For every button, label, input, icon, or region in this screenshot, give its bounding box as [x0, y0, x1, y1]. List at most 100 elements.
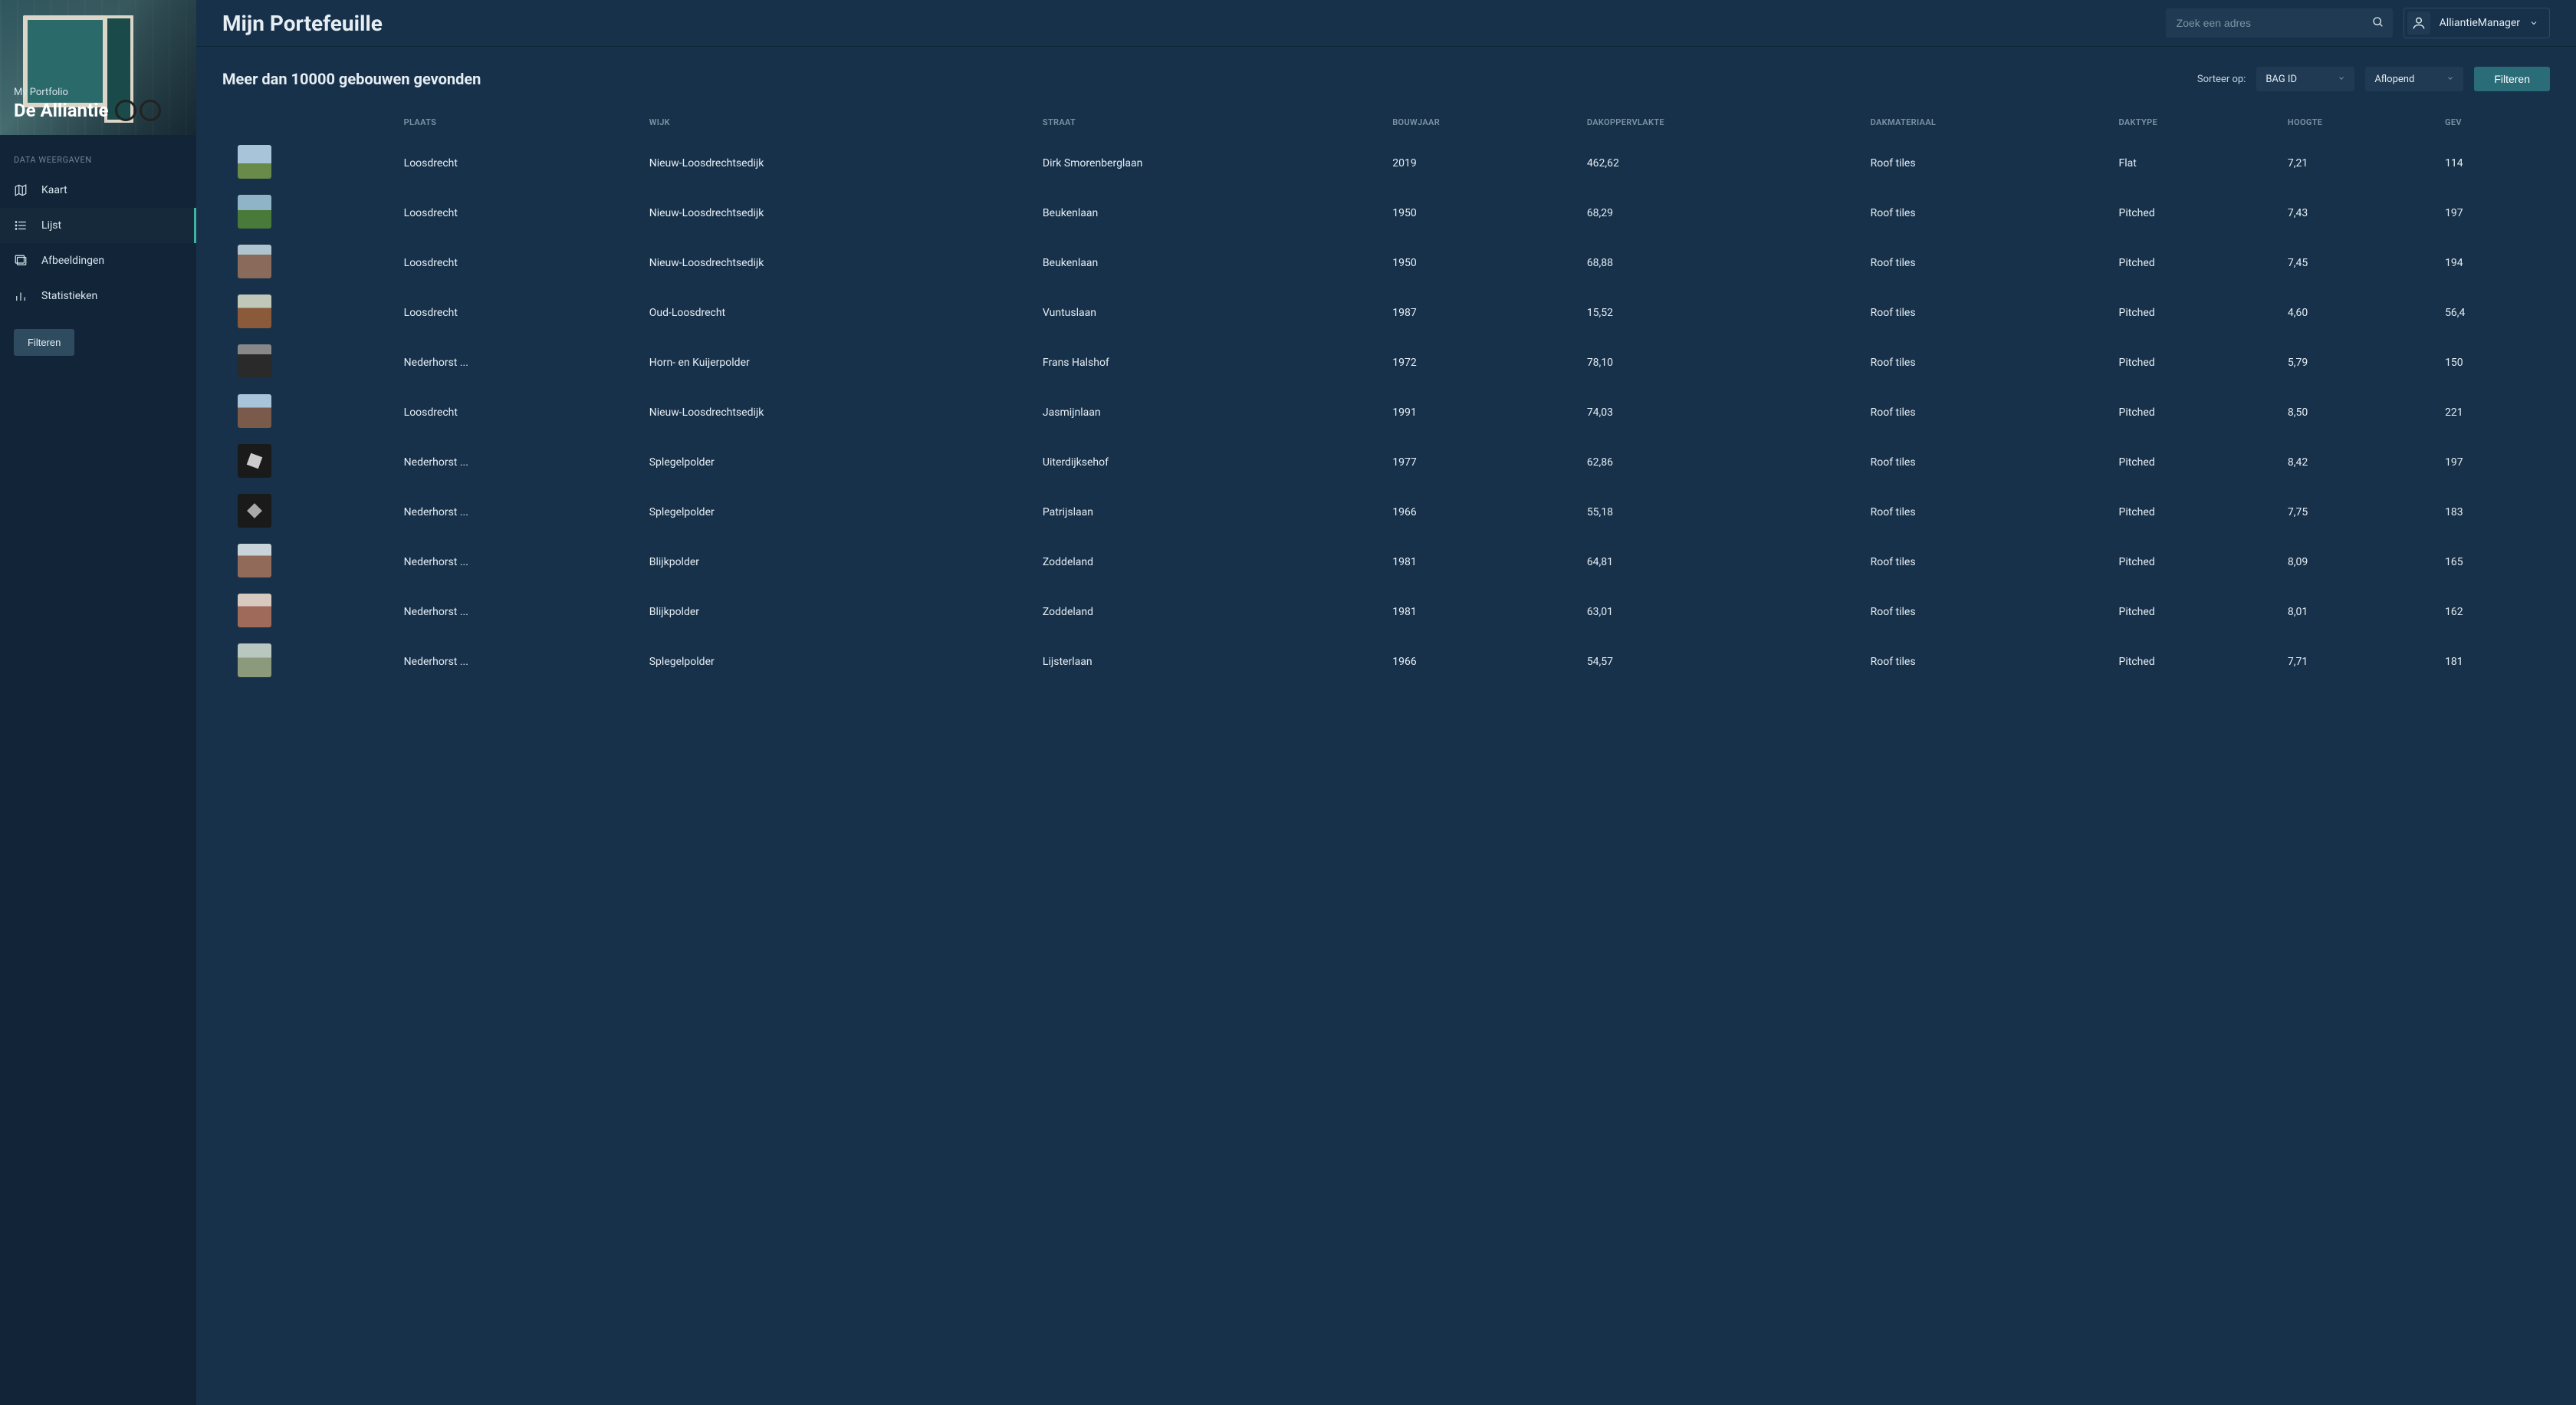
cell-wijk: Nieuw-Loosdrechtsedijk [640, 239, 1033, 288]
table-row[interactable]: LoosdrechtNieuw-LoosdrechtsedijkDirk Smo… [222, 139, 2550, 189]
search-field[interactable] [2166, 8, 2393, 38]
table-row[interactable]: Nederhorst ...Horn- en KuijerpolderFrans… [222, 338, 2550, 388]
cell-hoogte: 5,79 [2279, 338, 2436, 388]
cell-hoogte: 7,45 [2279, 239, 2436, 288]
sidebar-section-label: DATA WEERGAVEN [0, 135, 196, 173]
cell-dakmateriaal: Roof tiles [1861, 139, 2110, 189]
cell-straat: Beukenlaan [1033, 239, 1383, 288]
cell-gev: 114 [2436, 139, 2550, 189]
column-header[interactable]: HOOGTE [2279, 107, 2436, 139]
user-menu[interactable]: AlliantieManager [2404, 8, 2550, 38]
table-row[interactable]: LoosdrechtNieuw-LoosdrechtsedijkJasmijnl… [222, 388, 2550, 438]
building-thumbnail [238, 494, 271, 528]
cell-dakmateriaal: Roof tiles [1861, 388, 2110, 438]
cell-bouwjaar: 1977 [1383, 438, 1578, 488]
table-scroll[interactable]: PLAATSWIJKSTRAATBOUWJAARDAKOPPERVLAKTEDA… [222, 107, 2550, 1390]
search-button[interactable] [2364, 8, 2393, 38]
cell-dakoppervlakte: 15,52 [1578, 288, 1861, 338]
column-header[interactable]: PLAATS [395, 107, 640, 139]
cell-daktype: Pitched [2110, 488, 2279, 538]
table-row[interactable]: Nederhorst ...SplegelpolderPatrijslaan19… [222, 488, 2550, 538]
list-icon [14, 219, 28, 232]
cell-daktype: Pitched [2110, 637, 2279, 687]
cell-dakmateriaal: Roof tiles [1861, 239, 2110, 288]
cell-plaats: Nederhorst ... [395, 438, 640, 488]
sidebar-item-statistieken[interactable]: Statistieken [0, 278, 196, 314]
cell-straat: Frans Halshof [1033, 338, 1383, 388]
cell-gev: 221 [2436, 388, 2550, 438]
cell-dakmateriaal: Roof tiles [1861, 587, 2110, 637]
stats-icon [14, 289, 28, 303]
results-count: Meer dan 10000 gebouwen gevonden [222, 70, 2187, 88]
table-row[interactable]: LoosdrechtOud-LoosdrechtVuntuslaan198715… [222, 288, 2550, 338]
sidebar-item-afbeeldingen[interactable]: Afbeeldingen [0, 243, 196, 278]
cell-daktype: Pitched [2110, 288, 2279, 338]
images-icon [14, 254, 28, 268]
column-header[interactable]: BOUWJAAR [1383, 107, 1578, 139]
cell-gev: 56,4 [2436, 288, 2550, 338]
column-header[interactable]: DAKMATERIAAL [1861, 107, 2110, 139]
user-avatar-icon [2407, 12, 2430, 35]
building-thumbnail [238, 544, 271, 577]
column-header[interactable]: STRAAT [1033, 107, 1383, 139]
cell-dakoppervlakte: 64,81 [1578, 538, 1861, 587]
cell-plaats: Loosdrecht [395, 288, 640, 338]
sidebar-item-kaart[interactable]: Kaart [0, 173, 196, 208]
column-header[interactable]: WIJK [640, 107, 1033, 139]
cell-plaats: Nederhorst ... [395, 587, 640, 637]
cell-dakmateriaal: Roof tiles [1861, 288, 2110, 338]
cell-plaats: Loosdrecht [395, 139, 640, 189]
building-thumbnail [238, 294, 271, 328]
sidebar-hero: My Portfolio De Alliantie [0, 0, 196, 135]
table-row[interactable]: Nederhorst ...SplegelpolderLijsterlaan19… [222, 637, 2550, 687]
cell-daktype: Flat [2110, 139, 2279, 189]
buildings-table: PLAATSWIJKSTRAATBOUWJAARDAKOPPERVLAKTEDA… [222, 107, 2550, 686]
sidebar-item-label: Lijst [41, 219, 61, 232]
cell-gev: 183 [2436, 488, 2550, 538]
cell-straat: Zoddeland [1033, 587, 1383, 637]
sidebar: My Portfolio De Alliantie DATA WEERGAVEN… [0, 0, 196, 1405]
cell-dakmateriaal: Roof tiles [1861, 538, 2110, 587]
chevron-down-icon [2338, 74, 2345, 85]
cell-wijk: Splegelpolder [640, 637, 1033, 687]
sort-direction-select[interactable]: Aflopend [2365, 67, 2463, 91]
chevron-down-icon [2446, 74, 2454, 85]
cell-wijk: Oud-Loosdrecht [640, 288, 1033, 338]
chevron-down-icon [2529, 16, 2538, 31]
cell-dakmateriaal: Roof tiles [1861, 438, 2110, 488]
portfolio-subtitle: My Portfolio [14, 87, 108, 98]
column-header[interactable]: GEV [2436, 107, 2550, 139]
cell-dakoppervlakte: 63,01 [1578, 587, 1861, 637]
main: Mijn Portefeuille AlliantieManager [196, 0, 2576, 1405]
cell-wijk: Blijkpolder [640, 587, 1033, 637]
table-row[interactable]: Nederhorst ...BlijkpolderZoddeland198163… [222, 587, 2550, 637]
sidebar-item-lijst[interactable]: Lijst [0, 208, 196, 243]
building-thumbnail [238, 394, 271, 428]
sidebar-filter-button[interactable]: Filteren [14, 329, 74, 356]
cell-daktype: Pitched [2110, 338, 2279, 388]
cell-hoogte: 8,50 [2279, 388, 2436, 438]
sidebar-item-label: Afbeeldingen [41, 255, 104, 267]
cell-bouwjaar: 2019 [1383, 139, 1578, 189]
column-header[interactable]: DAKOPPERVLAKTE [1578, 107, 1861, 139]
building-thumbnail [238, 444, 271, 478]
page-title: Mijn Portefeuille [222, 11, 2155, 36]
portfolio-title: De Alliantie [14, 100, 108, 121]
cell-straat: Vuntuslaan [1033, 288, 1383, 338]
sort-label: Sorteer op: [2197, 74, 2246, 85]
table-row[interactable]: LoosdrechtNieuw-LoosdrechtsedijkBeukenla… [222, 189, 2550, 239]
cell-gev: 162 [2436, 587, 2550, 637]
search-input[interactable] [2166, 17, 2364, 29]
cell-plaats: Loosdrecht [395, 189, 640, 239]
table-row[interactable]: Nederhorst ...SplegelpolderUiterdijkseho… [222, 438, 2550, 488]
map-icon [14, 183, 28, 197]
column-header[interactable]: DAKTYPE [2110, 107, 2279, 139]
cell-dakoppervlakte: 54,57 [1578, 637, 1861, 687]
cell-wijk: Nieuw-Loosdrechtsedijk [640, 139, 1033, 189]
table-row[interactable]: Nederhorst ...BlijkpolderZoddeland198164… [222, 538, 2550, 587]
cell-dakoppervlakte: 74,03 [1578, 388, 1861, 438]
table-row[interactable]: LoosdrechtNieuw-LoosdrechtsedijkBeukenla… [222, 239, 2550, 288]
filter-button[interactable]: Filteren [2474, 67, 2550, 91]
sort-field-select[interactable]: BAG ID [2256, 67, 2354, 91]
cell-daktype: Pitched [2110, 538, 2279, 587]
